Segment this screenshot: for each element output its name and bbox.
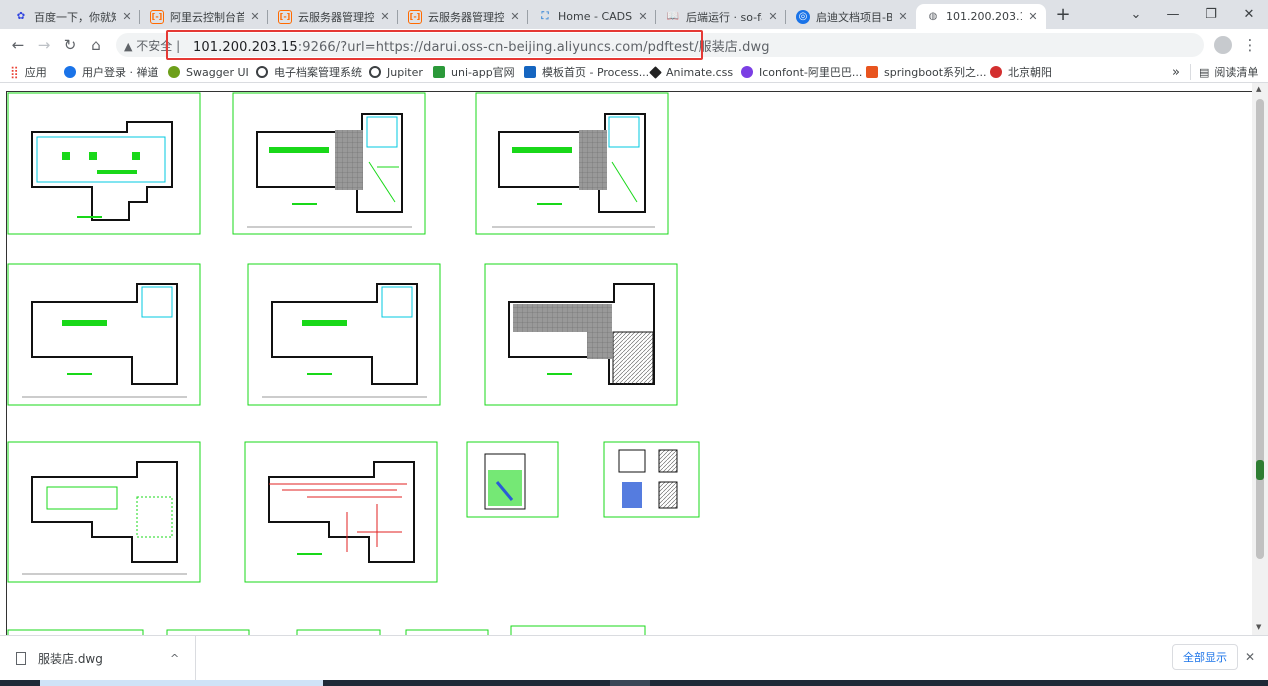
- zentao-icon: [64, 66, 76, 78]
- close-icon[interactable]: ✕: [1026, 10, 1040, 23]
- home-button[interactable]: ⌂: [84, 33, 108, 57]
- apps-grid-icon: ⣿: [10, 65, 19, 79]
- cad-sheet-3: [475, 92, 669, 235]
- cadsoft-icon: ⛶: [541, 11, 549, 22]
- bookmark-apps[interactable]: ⣿ 应用: [10, 64, 47, 80]
- bookmarks-bar: ⣿ 应用 用户登录 · 禅道 Swagger UI 电子档案管理系统 Jupite…: [0, 60, 1268, 83]
- reload-button[interactable]: ↻: [58, 33, 82, 57]
- bookmark-animate-css[interactable]: Animate.css: [649, 64, 733, 80]
- close-icon[interactable]: ✕: [766, 10, 780, 23]
- bookmark-iconfont[interactable]: Iconfont-阿里巴巴...: [741, 64, 862, 80]
- tab-title: Home - CADSof: [558, 10, 632, 23]
- baidu-icon: ✿: [16, 11, 26, 22]
- tab-title: 百度一下，你就知: [34, 10, 116, 24]
- reading-list-button[interactable]: ▤ 阅读清单: [1190, 64, 1258, 80]
- tab-baidu[interactable]: ✿ 百度一下，你就知 ✕: [4, 4, 140, 29]
- iconfont-icon: [741, 66, 753, 78]
- bookmark-swagger[interactable]: Swagger UI: [168, 64, 249, 80]
- tab-title: 101.200.203.15:: [946, 10, 1022, 23]
- cad-drawing: [7, 92, 700, 635]
- vertical-scrollbar[interactable]: ▲ ▼: [1252, 83, 1268, 635]
- download-filename: 服装店.dwg: [38, 651, 103, 666]
- reading-list-icon: ▤: [1199, 65, 1210, 79]
- globe-icon: ◍: [928, 11, 938, 22]
- tab-ecs-1[interactable]: [-] 云服务器管理控制 ✕: [268, 4, 398, 29]
- tab-sofas[interactable]: 📖 后端运行 · so-fas ✕: [656, 4, 786, 29]
- show-all-downloads-button[interactable]: 全部显示: [1172, 644, 1238, 670]
- bookmark-archive-system[interactable]: 电子档案管理系统: [256, 64, 362, 80]
- bookmark-beijing[interactable]: 北京朝阳: [990, 64, 1052, 80]
- cad-sheet-9: [466, 441, 559, 518]
- diamond-icon: [649, 65, 662, 79]
- close-icon[interactable]: ✕: [248, 10, 262, 23]
- csdn-icon: [866, 66, 878, 78]
- tab-aliyun-console[interactable]: [-] 阿里云控制台首页 ✕: [140, 4, 268, 29]
- close-icon[interactable]: ✕: [378, 10, 392, 23]
- book-icon: 📖: [666, 11, 680, 22]
- scroll-down-arrow[interactable]: ▼: [1256, 623, 1261, 631]
- forward-button[interactable]: →: [32, 33, 56, 57]
- scroll-up-arrow[interactable]: ▲: [1256, 85, 1261, 93]
- processon-icon: [524, 66, 536, 78]
- bookmark-uniapp[interactable]: uni-app官网: [433, 64, 515, 80]
- cad-sheet-15: [510, 625, 646, 635]
- cad-sheet-8: [244, 441, 438, 583]
- bookmark-jupiter[interactable]: Jupiter: [369, 64, 423, 80]
- close-download-shelf-icon[interactable]: ✕: [1245, 650, 1255, 664]
- file-icon: [16, 651, 26, 665]
- aliyun-icon: [-]: [150, 9, 164, 24]
- cad-sheet-7: [7, 441, 201, 583]
- tab-cadsoft[interactable]: ⛶ Home - CADSof ✕: [528, 4, 656, 29]
- tab-title: 后端运行 · so-fas: [686, 10, 762, 24]
- warning-icon: ▲: [124, 40, 133, 53]
- tab-ecs-2[interactable]: [-] 云服务器管理控制 ✕: [398, 4, 528, 29]
- url-highlight-box: [166, 30, 703, 60]
- globe-blue-icon: ◎: [796, 9, 810, 24]
- new-tab-button[interactable]: +: [1043, 0, 1083, 29]
- bookmark-springboot[interactable]: springboot系列之...: [866, 64, 987, 80]
- drawing-canvas[interactable]: [6, 91, 1252, 635]
- swagger-icon: [168, 66, 180, 78]
- tab-qidi[interactable]: ◎ 启迪文档项目-Bu ✕: [786, 4, 916, 29]
- close-icon[interactable]: ✕: [120, 10, 134, 23]
- globe-icon: [369, 66, 381, 78]
- tab-title: 云服务器管理控制: [428, 10, 504, 24]
- profile-avatar[interactable]: [1211, 33, 1235, 57]
- tab-active-viewer[interactable]: ◍ 101.200.203.15: ✕: [916, 4, 1046, 29]
- cad-sheet-5: [247, 263, 441, 406]
- tab-strip: ✿ 百度一下，你就知 ✕ [-] 阿里云控制台首页 ✕ [-] 云服务器管理控制…: [0, 0, 1268, 29]
- chaoyang-icon: [990, 66, 1002, 78]
- bookmark-processon[interactable]: 模板首页 - Process...: [524, 64, 649, 80]
- close-icon[interactable]: ✕: [636, 10, 650, 23]
- cad-sheet-4: [7, 263, 201, 406]
- aliyun-icon: [-]: [408, 9, 422, 24]
- globe-icon: [256, 66, 268, 78]
- tab-title: 阿里云控制台首页: [170, 10, 244, 24]
- cad-sheet-6: [484, 263, 678, 406]
- bookmarks-overflow-button[interactable]: »: [1172, 64, 1180, 80]
- close-icon[interactable]: ✕: [896, 10, 910, 23]
- bookmark-zentao[interactable]: 用户登录 · 禅道: [64, 64, 159, 80]
- download-shelf: 服装店.dwg ^ 全部显示 ✕: [0, 635, 1268, 680]
- uniapp-icon: [433, 66, 445, 78]
- scrollbar-marker: [1256, 460, 1264, 480]
- cad-sheet-2: [232, 92, 426, 235]
- cad-sheet-10: [603, 441, 700, 518]
- back-button[interactable]: ←: [6, 33, 30, 57]
- scrollbar-thumb[interactable]: [1256, 99, 1264, 559]
- tab-title: 启迪文档项目-Bu: [816, 10, 892, 24]
- tab-title: 云服务器管理控制: [298, 10, 374, 24]
- os-taskbar: [0, 680, 1268, 686]
- aliyun-icon: [-]: [278, 9, 292, 24]
- download-item[interactable]: 服装店.dwg ^: [0, 636, 196, 680]
- menu-kebab-icon[interactable]: ⋮: [1238, 33, 1262, 57]
- close-icon[interactable]: ✕: [508, 10, 522, 23]
- cad-sheet-1: [7, 92, 201, 235]
- chevron-up-icon[interactable]: ^: [170, 652, 179, 665]
- close-window-button[interactable]: ✕: [1226, 0, 1268, 29]
- cad-viewer[interactable]: [0, 83, 1252, 635]
